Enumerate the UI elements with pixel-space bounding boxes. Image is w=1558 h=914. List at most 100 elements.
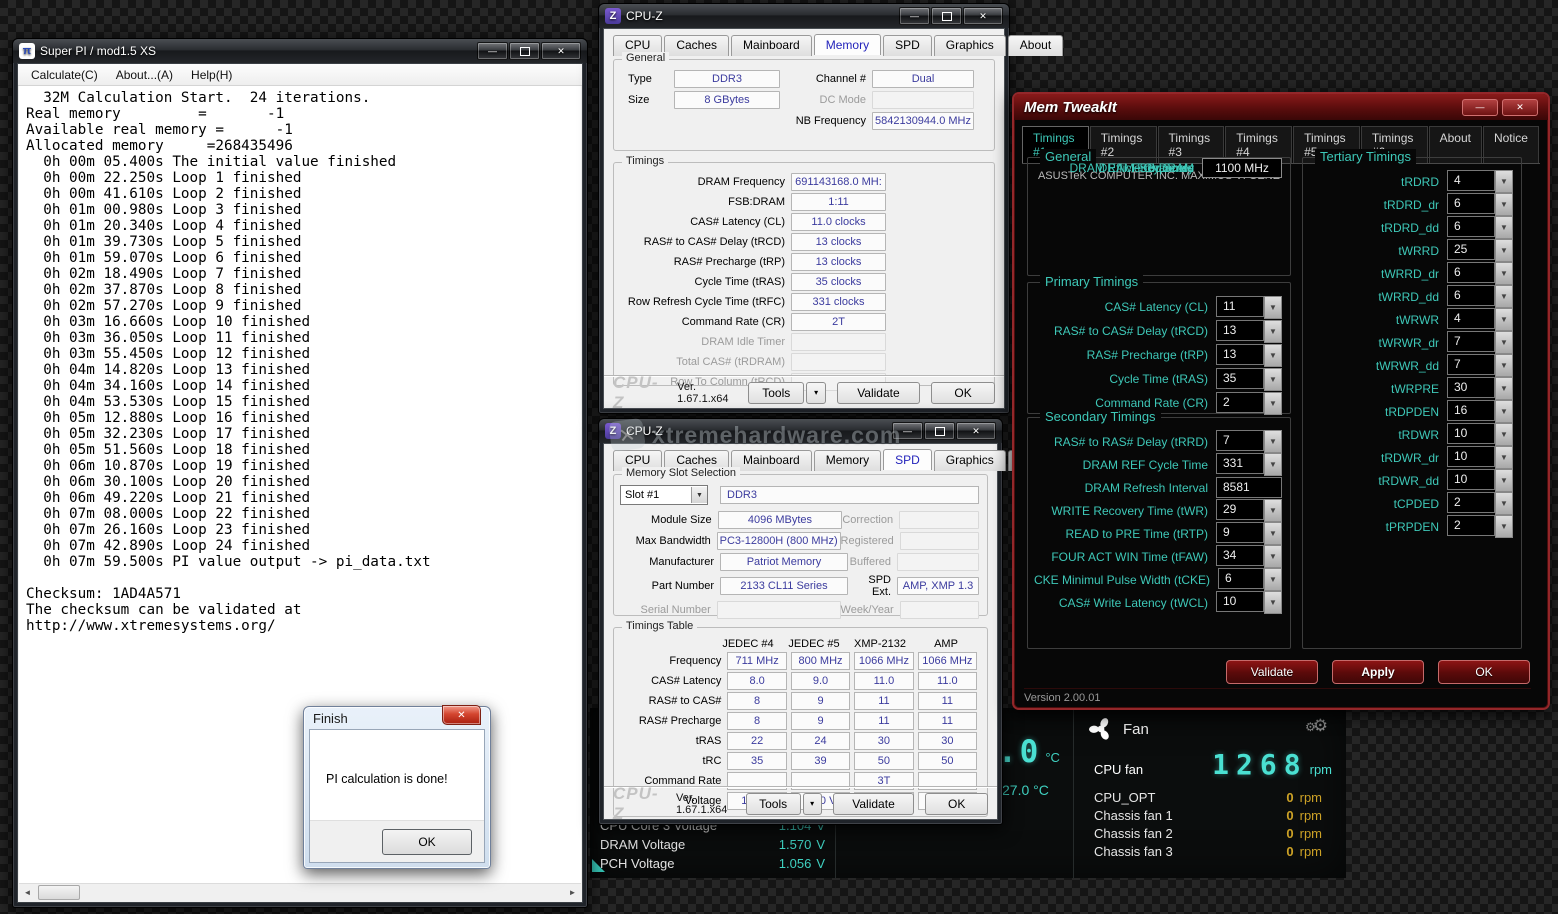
chevron-down-icon[interactable]: ▼ [691, 487, 707, 503]
ok-button[interactable]: OK [931, 382, 995, 404]
timing-select[interactable]: 6 ▼ [1218, 568, 1282, 591]
timing-select[interactable]: 6 ▼ [1447, 285, 1513, 308]
timing-select[interactable]: 30 ▼ [1447, 377, 1513, 400]
minimize-button[interactable]: — [892, 422, 923, 440]
timing-select[interactable]: 9 ▼ [1216, 522, 1282, 545]
scroll-right-icon[interactable]: ► [564, 884, 581, 901]
close-button[interactable]: ✕ [442, 705, 481, 725]
chevron-down-icon[interactable]: ▼ [1495, 377, 1513, 400]
timing-select[interactable]: 10 ▼ [1447, 469, 1513, 492]
tools-dropdown-icon[interactable]: ▾ [806, 382, 825, 404]
close-button[interactable]: ✕ [1502, 99, 1538, 116]
horizontal-scrollbar[interactable]: ◄ ► [19, 883, 581, 901]
chevron-down-icon[interactable]: ▼ [1495, 469, 1513, 492]
timing-select[interactable]: 7 ▼ [1447, 331, 1513, 354]
timing-select[interactable]: 13 ▼ [1216, 320, 1282, 343]
tab[interactable]: Mainboard [731, 35, 812, 56]
tab[interactable]: Graphics [934, 35, 1006, 56]
validate-button[interactable]: Validate [833, 793, 915, 815]
timing-select[interactable]: 11 ▼ [1216, 296, 1282, 319]
scrollbar-thumb[interactable] [38, 885, 80, 900]
timing-select[interactable]: 29 ▼ [1216, 499, 1282, 522]
tab[interactable]: Mainboard [731, 450, 812, 471]
chevron-down-icon[interactable]: ▼ [1264, 545, 1282, 568]
chevron-down-icon[interactable]: ▼ [1495, 354, 1513, 377]
chevron-down-icon[interactable]: ▼ [1264, 320, 1282, 343]
tab[interactable]: Caches [664, 35, 729, 56]
maximize-button[interactable] [509, 42, 540, 60]
close-button[interactable]: ✕ [963, 7, 1003, 25]
chevron-down-icon[interactable]: ▼ [1495, 216, 1513, 239]
memtweakit-titlebar[interactable]: Mem TweakIt — ✕ [1014, 94, 1548, 120]
timing-select[interactable]: 25 ▼ [1447, 239, 1513, 262]
timing-select[interactable]: 10 ▼ [1216, 591, 1282, 614]
tab[interactable]: SPD [883, 35, 932, 56]
ok-button[interactable]: OK [1438, 660, 1530, 684]
timing-select[interactable]: 331 ▼ [1216, 453, 1282, 476]
scroll-left-icon[interactable]: ◄ [19, 884, 36, 901]
timing-select[interactable]: 2 ▼ [1447, 492, 1513, 515]
minimize-button[interactable]: — [899, 7, 930, 25]
chevron-down-icon[interactable]: ▼ [1264, 368, 1282, 391]
superpi-titlebar[interactable]: π Super PI / mod1.5 XS — ✕ [13, 39, 587, 63]
chevron-down-icon[interactable]: ▼ [1495, 331, 1513, 354]
menu-item[interactable]: About...(A) [107, 66, 182, 84]
tab[interactable]: About [1008, 35, 1063, 56]
timing-select[interactable]: 4 ▼ [1447, 308, 1513, 331]
slot-select[interactable]: Slot #1 ▼ [620, 485, 708, 505]
timing-select[interactable]: 2 ▼ [1447, 515, 1513, 538]
chevron-down-icon[interactable]: ▼ [1264, 344, 1282, 367]
minimize-button[interactable]: — [1462, 99, 1498, 116]
chevron-down-icon[interactable]: ▼ [1495, 193, 1513, 216]
tools-button[interactable]: Tools [746, 793, 801, 815]
chevron-down-icon[interactable]: ▼ [1495, 446, 1513, 469]
timing-select[interactable]: 10 ▼ [1447, 446, 1513, 469]
cpuz-titlebar[interactable]: Z CPU-Z — ✕ [599, 4, 1009, 28]
chevron-down-icon[interactable]: ▼ [1264, 453, 1282, 476]
validate-button[interactable]: Validate [1226, 660, 1318, 684]
chevron-down-icon[interactable]: ▼ [1495, 492, 1513, 515]
maximize-button[interactable] [931, 7, 962, 25]
minimize-button[interactable]: — [477, 42, 508, 60]
timing-select[interactable]: 35 ▼ [1216, 368, 1282, 391]
timing-select[interactable]: 2 ▼ [1216, 392, 1282, 415]
timing-select[interactable]: 4 ▼ [1447, 170, 1513, 193]
tab[interactable]: Memory [814, 34, 881, 55]
tab[interactable]: SPD [883, 449, 932, 470]
timing-select[interactable]: 7 ▼ [1216, 430, 1282, 453]
menu-item[interactable]: Help(H) [182, 66, 241, 84]
chevron-down-icon[interactable]: ▼ [1264, 499, 1282, 522]
chevron-down-icon[interactable]: ▼ [1264, 392, 1282, 415]
close-button[interactable]: ✕ [541, 42, 581, 60]
close-button[interactable]: ✕ [956, 422, 996, 440]
settings-gear-icon[interactable]: ⚙⚙ [1305, 716, 1328, 736]
chevron-down-icon[interactable]: ▼ [1264, 522, 1282, 545]
chevron-down-icon[interactable]: ▼ [1495, 170, 1513, 193]
ok-button[interactable]: OK [382, 829, 472, 855]
chevron-down-icon[interactable]: ▼ [1495, 423, 1513, 446]
tab[interactable]: Graphics [934, 450, 1006, 471]
chevron-down-icon[interactable]: ▼ [1495, 515, 1513, 538]
timing-select[interactable]: 7 ▼ [1447, 354, 1513, 377]
tab[interactable]: Memory [814, 450, 881, 471]
timing-select[interactable]: 34 ▼ [1216, 545, 1282, 568]
timing-select[interactable]: 16 ▼ [1447, 400, 1513, 423]
timing-select[interactable]: 13 ▼ [1216, 344, 1282, 367]
finish-titlebar[interactable]: Finish ✕ [304, 707, 490, 729]
timing-select[interactable]: 8581 ▼ [1216, 477, 1282, 498]
tools-dropdown-icon[interactable]: ▾ [803, 793, 822, 815]
timing-select[interactable]: 10 ▼ [1447, 423, 1513, 446]
timing-select[interactable]: 6 ▼ [1447, 193, 1513, 216]
chevron-down-icon[interactable]: ▼ [1495, 400, 1513, 423]
timing-select[interactable]: 6 ▼ [1447, 216, 1513, 239]
tools-button[interactable]: Tools [748, 382, 804, 404]
chevron-down-icon[interactable]: ▼ [1264, 591, 1282, 614]
chevron-down-icon[interactable]: ▼ [1264, 296, 1282, 319]
chevron-down-icon[interactable]: ▼ [1264, 568, 1282, 591]
validate-button[interactable]: Validate [837, 382, 920, 404]
apply-button[interactable]: Apply [1332, 660, 1424, 684]
menu-item[interactable]: Calculate(C) [22, 66, 107, 84]
chevron-down-icon[interactable]: ▼ [1495, 285, 1513, 308]
chevron-down-icon[interactable]: ▼ [1495, 239, 1513, 262]
chevron-down-icon[interactable]: ▼ [1495, 262, 1513, 285]
